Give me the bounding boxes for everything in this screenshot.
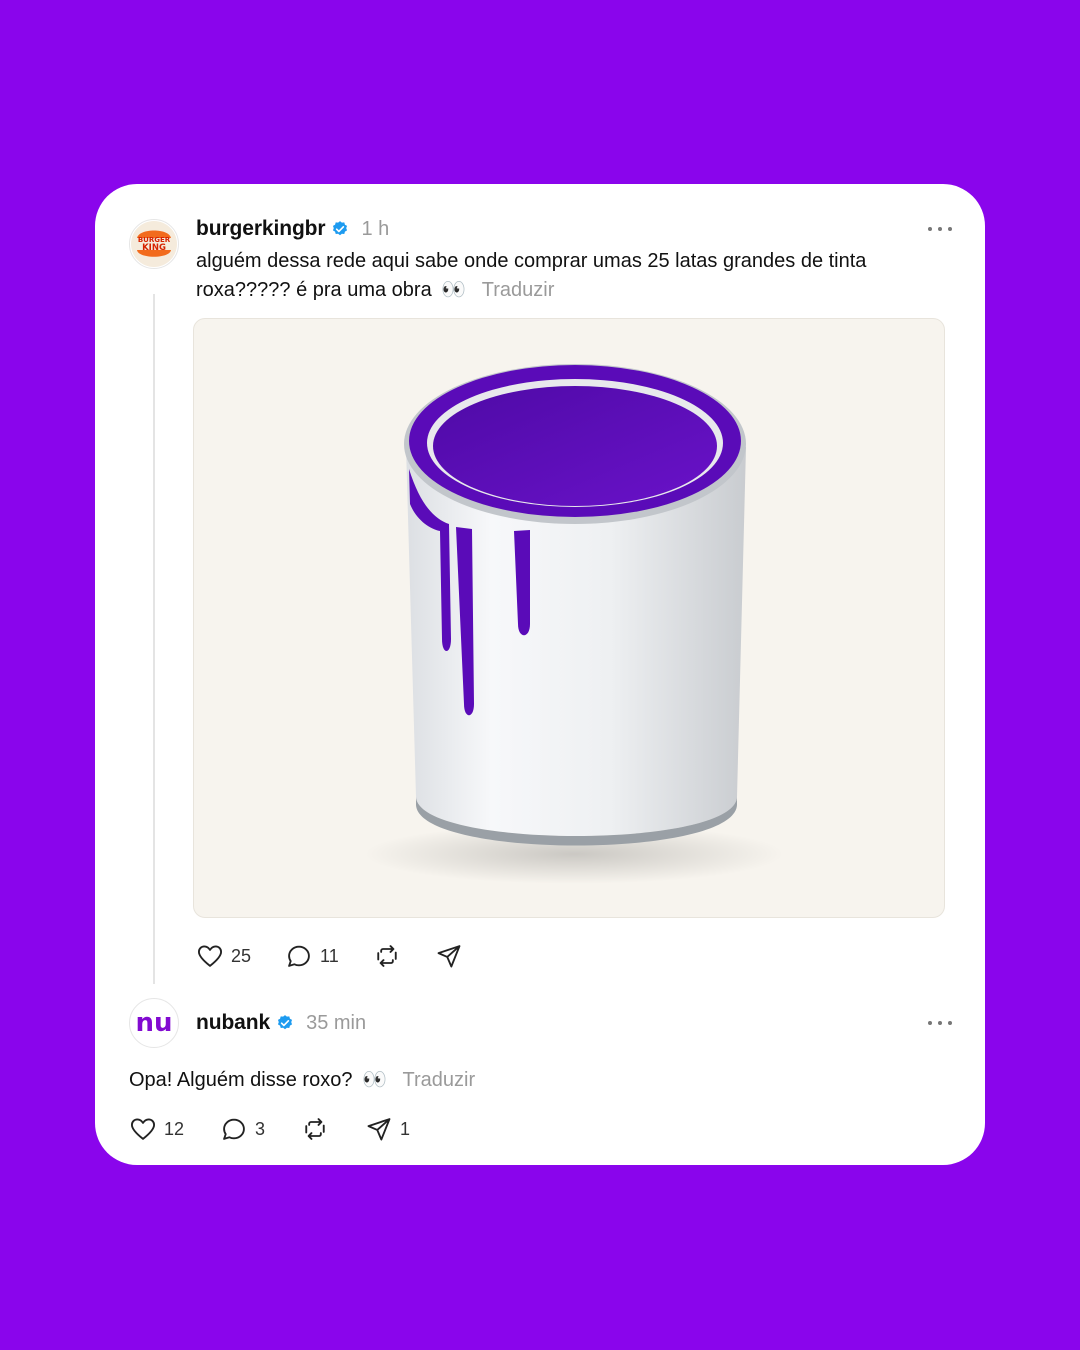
comment-count: 3 <box>255 1118 266 1139</box>
purple-paint-can-image <box>364 364 784 884</box>
post-image[interactable] <box>193 318 945 918</box>
username[interactable]: burgerkingbr <box>196 217 326 241</box>
comment-button[interactable]: 11 <box>285 942 339 970</box>
bk-logo-text-bottom: KING <box>142 243 166 253</box>
repost-icon <box>305 1118 325 1140</box>
comment-button[interactable]: 3 <box>220 1115 265 1143</box>
thread-connector-line <box>153 294 155 984</box>
share-count: 1 <box>400 1118 411 1139</box>
post-text: alguém dessa rede aqui sabe onde comprar… <box>196 247 936 305</box>
more-options-icon[interactable] <box>928 1013 952 1033</box>
more-options-icon[interactable] <box>928 219 952 239</box>
share-icon <box>437 945 461 968</box>
post-time: 1 h <box>361 217 390 240</box>
comment-icon <box>223 1118 245 1140</box>
post-time: 35 min <box>306 1011 367 1034</box>
share-button[interactable] <box>435 942 463 970</box>
verified-badge-icon <box>278 1015 293 1030</box>
share-icon <box>367 1118 391 1141</box>
burgerking-avatar[interactable]: BURGER KING <box>129 219 179 269</box>
post-actions: 25 11 <box>196 941 497 971</box>
threads-card: BURGER KING burgerkingbr 1 h alguém dess… <box>95 184 985 1165</box>
post-actions: 12 3 1 <box>129 1114 446 1144</box>
nubank-avatar[interactable]: nu <box>129 998 179 1048</box>
nubank-logo-icon: nu <box>135 1008 172 1038</box>
post-body: Opa! Alguém disse roxo? <box>129 1069 353 1091</box>
share-button[interactable]: 1 <box>365 1115 410 1143</box>
heart-icon <box>130 1118 156 1140</box>
verified-badge-icon <box>333 221 348 236</box>
like-count: 12 <box>164 1118 185 1139</box>
comment-count: 11 <box>320 945 339 966</box>
repost-button[interactable] <box>301 1115 329 1143</box>
nubank-logo-text: nu <box>135 1008 172 1038</box>
username[interactable]: nubank <box>196 1011 270 1035</box>
post-header: nubank 35 min <box>196 1008 366 1038</box>
post-text: Opa! Alguém disse roxo? 👀 Traduzir <box>129 1066 929 1095</box>
repost-button[interactable] <box>373 942 401 970</box>
like-button[interactable]: 25 <box>196 942 251 970</box>
eyes-emoji: 👀 <box>362 1069 387 1091</box>
like-count: 25 <box>231 945 252 966</box>
comment-icon <box>288 945 310 967</box>
like-button[interactable]: 12 <box>129 1115 184 1143</box>
translate-link[interactable]: Traduzir <box>403 1069 476 1091</box>
repost-icon <box>377 945 397 967</box>
heart-icon <box>197 945 223 967</box>
burger-king-logo-icon: BURGER KING <box>131 221 177 267</box>
post-header: burgerkingbr 1 h <box>196 214 389 244</box>
eyes-emoji: 👀 <box>441 279 467 301</box>
translate-link[interactable]: Traduzir <box>482 279 555 301</box>
